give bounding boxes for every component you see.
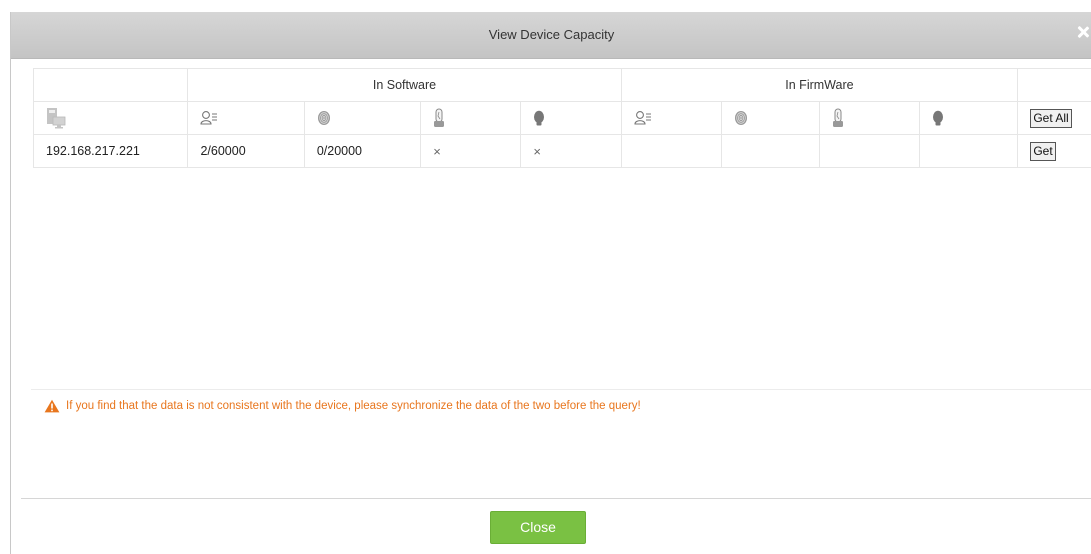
fw-face-count [919,134,1019,168]
fw-user-count [620,134,722,168]
table-row: 192.168.217.221 2/60000 0/20000 × × Get [32,134,1091,168]
get-cell: Get [1017,134,1091,168]
sw-fingerprint-count: 0/20000 [303,134,422,168]
sw-face-column-header [520,101,622,135]
get-button[interactable]: Get [1030,141,1056,161]
warning-text: If you find that the data is not consist… [66,400,641,412]
face-icon [932,110,944,126]
footer-divider [21,498,1091,499]
fw-fingerprint-column-header [720,101,820,135]
fw-finger-vein-count [818,134,921,168]
device-icon [46,108,66,129]
fw-user-column-header [620,101,722,135]
finger-vein-icon [832,108,844,127]
finger-vein-icon [433,108,445,127]
get-all-button[interactable]: Get All [1030,108,1072,128]
icon-header-row: Get All [32,101,1091,135]
sw-user-count: 2/60000 [187,134,305,168]
face-icon [533,110,545,126]
get-all-cell: Get All [1017,101,1091,135]
sw-user-column-header [187,101,305,135]
view-device-capacity-dialog: View Device Capacity In Software In Firm… [10,12,1091,554]
fingerprint-icon [734,110,748,125]
device-ip: 192.168.217.221 [32,134,189,168]
dialog-titlebar: View Device Capacity [11,12,1091,59]
blank-header-cell [1017,68,1091,102]
blank-header-cell [32,68,189,102]
capacity-table: In Software In FirmWare Get All 192.168.… [32,68,1091,168]
device-column-header [32,101,189,135]
user-card-icon [200,110,218,125]
sw-finger-vein-unsupported: × [420,134,522,168]
dialog-title: View Device Capacity [488,27,615,42]
sw-finger-vein-column-header [420,101,522,135]
in-software-header: In Software [187,68,622,102]
group-header-row: In Software In FirmWare [32,68,1091,102]
fw-face-column-header [919,101,1019,135]
in-firmware-header: In FirmWare [620,68,1019,102]
divider [31,389,1091,390]
warning-notice: If you find that the data is not consist… [44,397,641,415]
close-button[interactable]: Close [490,511,586,544]
user-card-icon [633,110,652,125]
fw-finger-vein-column-header [818,101,921,135]
fw-fingerprint-count [720,134,820,168]
warning-icon [44,397,60,415]
sw-fingerprint-column-header [303,101,422,135]
sw-face-unsupported: × [520,134,622,168]
fingerprint-icon [317,110,331,125]
close-icon[interactable] [1076,25,1090,39]
